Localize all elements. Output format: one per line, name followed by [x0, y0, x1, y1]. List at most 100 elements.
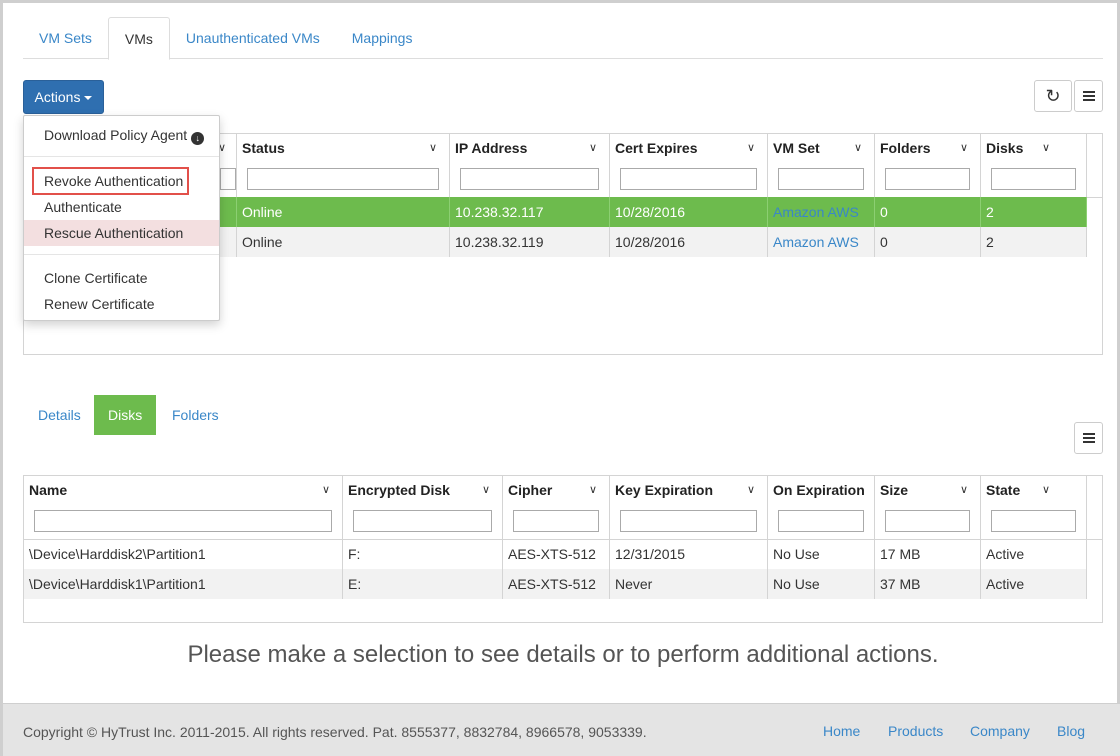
cell-disks: 2 [981, 227, 1087, 257]
state-filter-input[interactable] [991, 510, 1076, 532]
column-title: Disks [986, 140, 1024, 156]
menu-item-clone-certificate[interactable]: Clone Certificate [24, 265, 219, 291]
cell-vmset: Amazon AWS [768, 227, 875, 257]
tab-vms[interactable]: VMs [107, 17, 170, 60]
column-header-cipher[interactable]: Cipher ∨ [503, 476, 610, 539]
actions-label: Actions [34, 89, 81, 105]
disk-columns-menu-button[interactable] [1074, 422, 1103, 454]
menu-item-download-policy-agent[interactable]: Download Policy Agent ↓ [24, 122, 219, 148]
chevron-down-icon[interactable]: ∨ [960, 141, 968, 154]
cell-key-expiration: 12/31/2015 [610, 539, 768, 569]
column-header-on-expiration[interactable]: On Expiration [768, 476, 875, 539]
column-header-key-expiration[interactable]: Key Expiration ∨ [610, 476, 768, 539]
cell-on-expiration: No Use [768, 569, 875, 599]
menu-item-rescue-authentication[interactable]: Rescue Authentication [24, 220, 219, 246]
table-row[interactable]: \Device\Harddisk2\Partition1 F: AES-XTS-… [24, 539, 1087, 569]
table-row[interactable]: \Device\Harddisk1\Partition1 E: AES-XTS-… [24, 569, 1087, 599]
cell-size: 37 MB [875, 569, 981, 599]
footer-link-home[interactable]: Home [823, 723, 860, 739]
footer-link-company[interactable]: Company [970, 723, 1030, 739]
column-title: Encrypted Disk [348, 482, 450, 498]
cell-folders: 0 [875, 227, 981, 257]
chevron-down-icon[interactable]: ∨ [589, 483, 597, 496]
column-title: Cert Expires [615, 140, 698, 156]
cell-cipher: AES-XTS-512 [503, 569, 610, 599]
column-header-size[interactable]: Size ∨ [875, 476, 981, 539]
column-header-vm-set[interactable]: VM Set ∨ [768, 134, 875, 197]
column-header-cert-expires[interactable]: Cert Expires ∨ [610, 134, 768, 197]
disk-grid: Name ∨ Encrypted Disk ∨ Cipher ∨ Key Exp… [23, 475, 1103, 623]
download-icon: ↓ [191, 132, 205, 145]
folders-filter-input[interactable] [885, 168, 970, 190]
chevron-down-icon[interactable]: ∨ [589, 141, 597, 154]
cipher-filter-input[interactable] [513, 510, 599, 532]
chevron-down-icon[interactable]: ∨ [854, 141, 862, 154]
list-icon [1082, 91, 1095, 101]
columns-menu-button[interactable] [1074, 80, 1103, 112]
on-expiration-filter-input[interactable] [778, 510, 864, 532]
filter-input[interactable] [220, 168, 236, 190]
cell-vmset: Amazon AWS [768, 197, 875, 227]
menu-divider [24, 254, 219, 255]
column-header-disks[interactable]: Disks ∨ [981, 134, 1087, 197]
chevron-down-icon[interactable]: ∨ [429, 141, 437, 154]
column-title: Folders [880, 140, 931, 156]
top-tabs: VM Sets VMs Unauthenticated VMs Mappings [23, 17, 1103, 60]
status-filter-input[interactable] [247, 168, 439, 190]
ip-filter-input[interactable] [460, 168, 599, 190]
chevron-down-icon[interactable]: ∨ [322, 483, 330, 496]
vmset-filter-input[interactable] [778, 168, 864, 190]
cell-ip: 10.238.32.119 [450, 227, 610, 257]
chevron-down-icon[interactable]: ∨ [960, 483, 968, 496]
disks-filter-input[interactable] [991, 168, 1076, 190]
refresh-button[interactable]: ↻ [1034, 80, 1072, 112]
cell-status: Online [237, 197, 450, 227]
chevron-down-icon[interactable]: ∨ [747, 483, 755, 496]
size-filter-input[interactable] [885, 510, 970, 532]
disk-grid-header: Name ∨ Encrypted Disk ∨ Cipher ∨ Key Exp… [24, 476, 1102, 540]
encrypted-filter-input[interactable] [353, 510, 492, 532]
cell-cipher: AES-XTS-512 [503, 539, 610, 569]
cell-on-expiration: No Use [768, 539, 875, 569]
column-header-name[interactable]: Name ∨ [24, 476, 343, 539]
chevron-down-icon[interactable]: ∨ [747, 141, 755, 154]
tab-vm-sets[interactable]: VM Sets [23, 17, 108, 59]
menu-item-renew-certificate[interactable]: Renew Certificate [24, 291, 219, 317]
tab-disks[interactable]: Disks [94, 395, 157, 435]
column-header-state[interactable]: State ∨ [981, 476, 1087, 539]
cell-cert: 10/28/2016 [610, 197, 768, 227]
cell-status: Online [237, 227, 450, 257]
cell-cert: 10/28/2016 [610, 227, 768, 257]
tab-mappings[interactable]: Mappings [336, 17, 429, 59]
column-header-status[interactable]: Status ∨ [237, 134, 450, 197]
name-filter-input[interactable] [34, 510, 332, 532]
caret-down-icon [84, 96, 93, 101]
column-title: State [986, 482, 1021, 498]
column-header-encrypted-disk[interactable]: Encrypted Disk ∨ [343, 476, 503, 539]
column-title: Name [29, 482, 68, 498]
vmset-link[interactable]: Amazon AWS [773, 234, 859, 250]
cell-name: \Device\Harddisk2\Partition1 [24, 539, 343, 569]
chevron-down-icon[interactable]: ∨ [482, 483, 490, 496]
actions-button[interactable]: Actions [23, 80, 104, 114]
cell-size: 17 MB [875, 539, 981, 569]
tab-details[interactable]: Details [24, 395, 95, 435]
column-title: VM Set [773, 140, 820, 156]
cert-filter-input[interactable] [620, 168, 757, 190]
column-header-ip-address[interactable]: IP Address ∨ [450, 134, 610, 197]
tab-unauthenticated-vms[interactable]: Unauthenticated VMs [170, 17, 336, 59]
chevron-down-icon[interactable]: ∨ [1042, 483, 1050, 496]
cell-encrypted-disk: E: [343, 569, 503, 599]
menu-item-authenticate[interactable]: Authenticate [24, 194, 219, 220]
tab-folders[interactable]: Folders [158, 395, 233, 435]
column-title: Cipher [508, 482, 553, 498]
key-expiration-filter-input[interactable] [620, 510, 757, 532]
vmset-link[interactable]: Amazon AWS [773, 204, 859, 220]
footer-link-blog[interactable]: Blog [1057, 723, 1085, 739]
footer-link-products[interactable]: Products [888, 723, 943, 739]
list-icon [1082, 433, 1095, 443]
chevron-down-icon[interactable]: ∨ [1042, 141, 1050, 154]
cell-state: Active [981, 539, 1087, 569]
app-frame: VM Sets VMs Unauthenticated VMs Mappings… [0, 0, 1120, 756]
column-header-folders[interactable]: Folders ∨ [875, 134, 981, 197]
